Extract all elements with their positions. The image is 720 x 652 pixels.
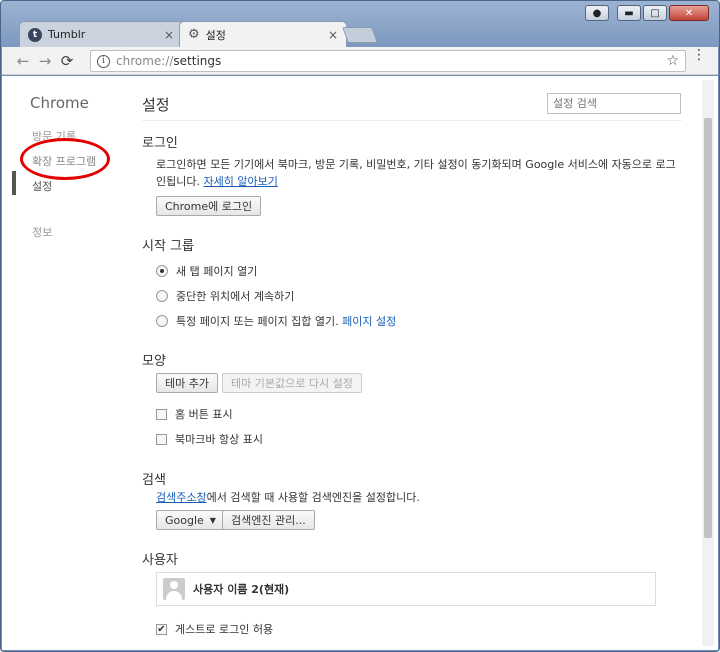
add-theme-button[interactable]: 테마 추가 (156, 373, 218, 393)
page-title: 설정 (142, 96, 170, 114)
settings-main: 설정 로그인 로그인하면 모든 기기에서 북마크, 방문 기록, 비밀번호, 기… (142, 76, 687, 650)
section-title-signin: 로그인 (142, 136, 178, 151)
menu-icon[interactable]: ⋮ (692, 48, 706, 62)
startup-radio-newtab[interactable]: 새 탭 페이지 열기 (156, 263, 257, 279)
bookmarks-bar-checkbox[interactable]: 북마크바 항상 표시 (156, 431, 263, 447)
settings-page: Chrome 방문 기록 확장 프로그램 설정 정보 설정 로그인 로그인하면 … (2, 76, 718, 650)
checkbox-unchecked[interactable] (156, 433, 167, 445)
signin-description: 로그인하면 모든 기기에서 북마크, 방문 기록, 비밀번호, 기타 설정이 동… (156, 158, 676, 188)
dropdown-arrow-icon: ▼ (209, 515, 216, 525)
radio-selected[interactable] (156, 265, 168, 277)
set-pages-link[interactable]: 페이지 설정 (342, 313, 396, 329)
signin-button[interactable]: Chrome에 로그인 (156, 196, 262, 216)
info-icon[interactable]: i (97, 54, 110, 68)
title-bar: ● ▬ □ ✕ t Tumblr × ⚙ 설정 × (1, 1, 719, 47)
tab-title: 설정 (205, 28, 226, 42)
gear-icon: ⚙ (188, 27, 200, 42)
tab-title: Tumblr (48, 28, 86, 41)
browser-window: ● ▬ □ ✕ t Tumblr × ⚙ 설정 × ← → ⟳ i chrome… (0, 0, 720, 652)
sidebar: Chrome 방문 기록 확장 프로그램 설정 정보 (2, 76, 120, 650)
sidebar-item-about[interactable]: 정보 (32, 224, 52, 240)
user-list: 사용자 이름 2(현재) (156, 572, 656, 606)
checkbox-checked[interactable]: ✔ (156, 623, 167, 635)
search-description: 검색주소창에서 검색할 때 사용할 검색엔진을 설정합니다. (156, 491, 420, 504)
tab-settings[interactable]: ⚙ 설정 × (179, 21, 347, 47)
profile-icon[interactable]: ● (585, 5, 609, 21)
manage-search-engines-button[interactable]: 검색엔진 관리... (222, 510, 315, 530)
avatar (163, 578, 185, 600)
window-controls: ● ▬ □ ✕ (585, 5, 709, 21)
startup-radio-specific[interactable]: 특정 페이지 또는 페이지 집합 열기. 페이지 설정 (156, 313, 396, 329)
section-title-users: 사용자 (142, 553, 178, 568)
new-tab-button[interactable] (342, 27, 378, 43)
section-title-startup: 시작 그룹 (142, 239, 194, 254)
sidebar-item-settings[interactable]: 설정 (32, 178, 52, 194)
scrollbar-thumb[interactable] (704, 118, 712, 538)
section-title-search: 검색 (142, 473, 166, 488)
address-bar[interactable]: i chrome://settings ☆ (90, 50, 686, 72)
active-indicator (12, 171, 16, 195)
bookmark-star-icon[interactable]: ☆ (666, 53, 679, 69)
radio-unselected[interactable] (156, 315, 168, 327)
minimize-button[interactable]: ▬ (617, 5, 641, 21)
tab-tumblr[interactable]: t Tumblr × (19, 21, 183, 47)
section-title-appearance: 모양 (142, 354, 166, 369)
home-button-checkbox[interactable]: 홈 버튼 표시 (156, 406, 233, 422)
maximize-button[interactable]: □ (643, 5, 667, 21)
browser-toolbar: ← → ⟳ i chrome://settings ☆ ⋮ (2, 47, 718, 75)
url-text[interactable]: chrome://settings (116, 54, 666, 68)
close-window-button[interactable]: ✕ (669, 5, 709, 21)
annotation-circle (20, 138, 110, 180)
user-name[interactable]: 사용자 이름 2(현재) (193, 581, 289, 597)
search-engine-select[interactable]: Google ▼ (156, 510, 225, 530)
reset-theme-button: 테마 기본값으로 다시 설정 (222, 373, 362, 393)
tumblr-favicon-icon: t (28, 27, 42, 42)
tab-close-icon[interactable]: × (328, 28, 338, 42)
back-arrow-icon[interactable]: ← (12, 52, 34, 70)
settings-search-input[interactable] (547, 93, 681, 114)
radio-unselected[interactable] (156, 290, 168, 302)
tab-close-icon[interactable]: × (164, 28, 174, 42)
checkbox-unchecked[interactable] (156, 408, 167, 420)
sidebar-brand: Chrome (30, 94, 89, 112)
divider (142, 120, 682, 121)
guest-browsing-checkbox[interactable]: ✔ 게스트로 로그인 허용 (156, 621, 273, 637)
forward-arrow-icon[interactable]: → (34, 52, 56, 70)
learn-more-link[interactable]: 자세히 알아보기 (203, 175, 277, 188)
startup-radio-continue[interactable]: 중단한 위치에서 계속하기 (156, 288, 294, 304)
omnibox-link[interactable]: 검색주소창 (156, 491, 207, 504)
reload-icon[interactable]: ⟳ (56, 52, 78, 70)
